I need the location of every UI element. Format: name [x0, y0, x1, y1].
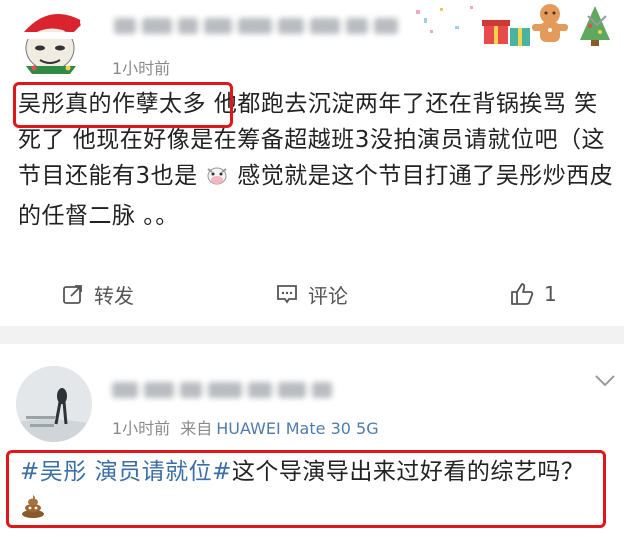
- user-avatar-2[interactable]: [16, 366, 92, 442]
- comment-label: 评论: [308, 283, 348, 308]
- user-avatar[interactable]: [10, 8, 98, 74]
- comment-icon: [277, 285, 297, 304]
- post-time: 1小时前: [112, 59, 171, 78]
- repost-button[interactable]: 转发: [62, 276, 134, 312]
- post-time-2: 1小时前: [112, 419, 171, 438]
- highlight-box-2: [6, 450, 606, 528]
- comment-button[interactable]: 评论: [276, 276, 348, 312]
- like-button[interactable]: 1: [510, 276, 557, 312]
- chevron-down-icon[interactable]: [594, 374, 616, 388]
- cow-emoji: [205, 162, 229, 198]
- repost-icon: [63, 285, 82, 304]
- highlight-box: [13, 82, 233, 128]
- like-count: 1: [544, 282, 557, 306]
- source-prefix: 来自: [180, 419, 213, 438]
- like-icon: [511, 283, 534, 305]
- username-blurred[interactable]: [114, 18, 398, 34]
- post-card-1: 1小时前 吴彤真的作孽太多 他都跑去沉淀两年了还在背锅挨骂 笑死了 他现在好像是…: [0, 0, 624, 326]
- post-divider: [0, 326, 624, 344]
- username-blurred-2[interactable]: [112, 382, 332, 398]
- action-bar: 转发 评论 1: [0, 276, 624, 312]
- repost-label: 转发: [94, 283, 134, 308]
- chevron-down-icon[interactable]: [586, 14, 608, 28]
- post-meta-2: 1小时前 来自 HUAWEI Mate 30 5G: [112, 415, 379, 439]
- device-link[interactable]: HUAWEI Mate 30 5G: [216, 419, 378, 438]
